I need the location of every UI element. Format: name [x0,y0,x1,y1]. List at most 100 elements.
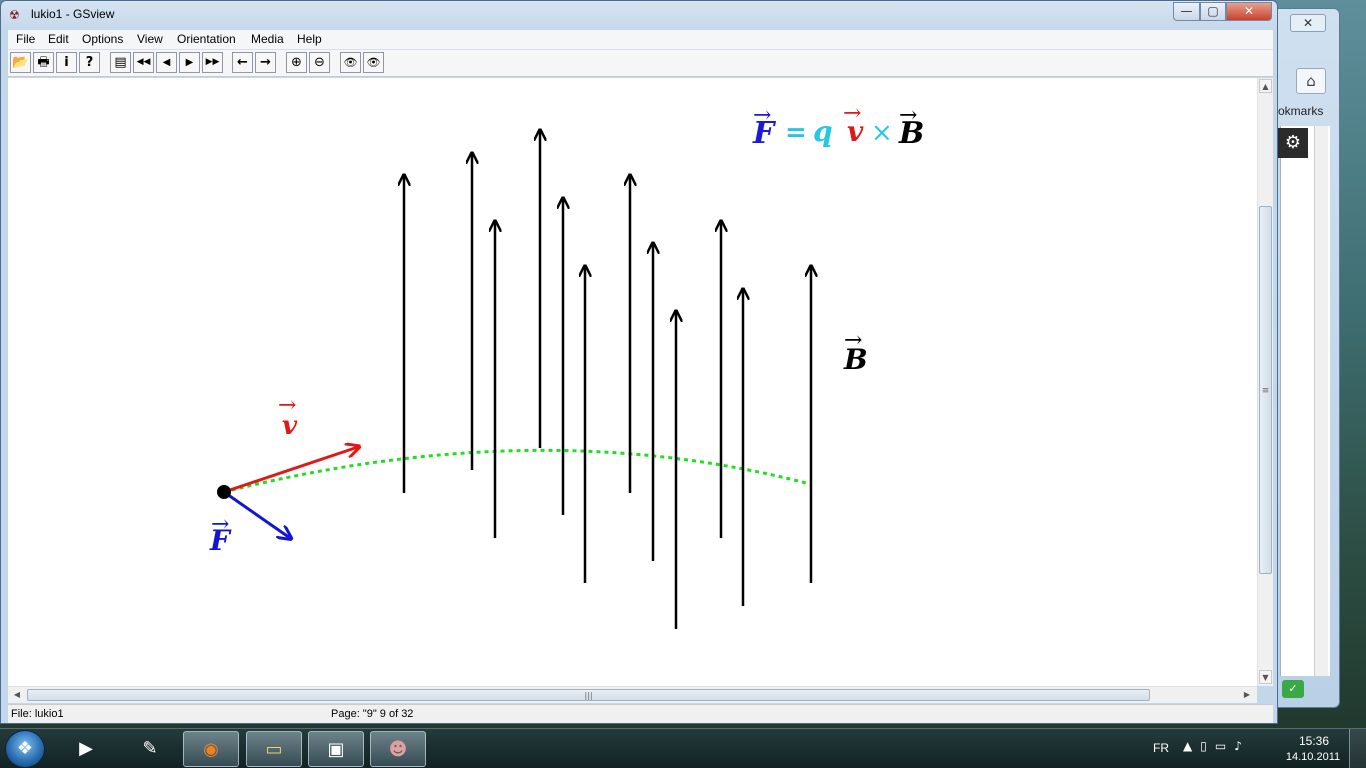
home-icon[interactable]: ⌂ [1296,68,1326,94]
print-icon: 🖶 [37,55,50,70]
velocity-vector [223,447,358,494]
menu-media[interactable]: Media [251,32,284,46]
zoom-in-button[interactable]: ⊕ [286,52,307,73]
explorer-icon: ▭ [265,739,283,760]
document-viewer-icon: ▣ [327,739,345,760]
usb-icon[interactable]: ▯ [1200,739,1215,753]
zoom-out-button[interactable]: ⊖ [309,52,330,73]
back-icon: ← [237,55,248,70]
zoom-in-icon: ⊕ [291,55,302,70]
force-vector [223,490,290,538]
status-page: Page: "9" 9 of 32 [331,708,414,720]
back-button[interactable]: ← [232,52,253,73]
check-icon[interactable]: ✓ [1282,680,1304,698]
horizontal-scroll-thumb[interactable]: ||| [27,689,1150,701]
previous-page-button[interactable]: ◀ [156,52,177,73]
open-file-icon: 📂 [12,55,29,70]
scroll-down-icon[interactable]: ▼ [1259,670,1272,684]
gsview-icon: ☻ [388,739,408,760]
show-desktop-button[interactable] [1349,729,1366,768]
print-button[interactable]: 🖶 [33,52,54,73]
goto-page-icon: ▤ [114,55,127,70]
firefox-icon: ◉ [203,739,219,760]
close-icon: ✕ [1243,4,1255,18]
taskbar-gsview[interactable]: ☻ [370,731,426,767]
status-bar: File: lukio1 Page: "9" 9 of 32 [8,704,1273,723]
horizontal-scrollbar[interactable]: ◀ ||| ▶ [8,686,1257,703]
scroll-up-icon[interactable]: ▲ [1259,79,1272,93]
title-bar[interactable]: ☢ lukio1 - GSview — ▢ ✕ [1,1,1277,29]
formula-times: × [871,118,893,148]
scroll-right-icon[interactable]: ▶ [1240,688,1254,702]
menu-help[interactable]: Help [297,32,322,46]
start-button[interactable]: ❖ [5,730,45,768]
find-next-button[interactable]: 👁 [363,52,384,73]
status-file: File: lukio1 [11,708,64,720]
lorentz-formula: → F = q → v × → B [752,101,924,151]
menu-file[interactable]: File [16,32,35,46]
info-icon: i [64,55,69,70]
network-icon[interactable]: ▭ [1215,739,1234,753]
minimize-button[interactable]: — [1173,2,1200,21]
formula-F: F [752,116,777,151]
previous-page-icon: ◀ [162,57,171,68]
charged-particle [217,485,231,499]
menu-edit[interactable]: Edit [48,32,69,46]
find-next-icon: 👁 [366,56,381,69]
document-page-svg: → v → F → B → F = q → v × → B [209,101,924,629]
menu-view[interactable]: View [137,32,163,46]
skip-forward-icon: ▶▶ [205,57,220,67]
menu-orientation[interactable]: Orientation [177,32,236,46]
skip-back-button[interactable]: ◀◀ [133,52,154,73]
taskbar-paint[interactable]: ✎ [122,731,178,767]
help-button[interactable]: ? [79,52,100,73]
tray-expand-icon[interactable]: ▲ [1183,739,1200,753]
magnetic-field-lines [404,131,811,629]
info-button[interactable]: i [56,52,77,73]
background-close-button[interactable]: ✕ [1290,14,1326,32]
vertical-scrollbar[interactable]: ▲ ≡ ▼ [1257,78,1273,686]
skip-back-icon: ◀◀ [136,57,151,67]
force-label: F [209,524,232,557]
minimize-icon: — [1180,4,1193,18]
close-button[interactable]: ✕ [1226,2,1272,21]
clock-date[interactable]: 14.10.2011 [1283,751,1343,763]
formula-B: B [898,116,924,151]
menu-options[interactable]: Options [82,32,123,46]
menu-bar: File Edit Options View Orientation Media… [8,30,1273,50]
forward-icon: → [260,55,271,70]
taskbar: ❖ ▶ ✎ ◉ ▭ ▣ ☻ FR ▲▯▭♪ 15:36 14.10.2011 [0,728,1366,768]
maximize-button[interactable]: ▢ [1200,2,1226,21]
help-icon: ? [85,55,94,70]
taskbar-firefox[interactable]: ◉ [183,731,239,767]
scroll-left-icon[interactable]: ◀ [10,688,24,702]
bookmarks-label[interactable]: okmarks [1278,104,1328,122]
clock-time[interactable]: 15:36 [1289,734,1339,748]
paint-icon: ✎ [142,738,158,759]
gsview-window: ☢ lukio1 - GSview — ▢ ✕ File Edit Option… [0,0,1278,724]
formula-equals: = [785,118,807,148]
goto-page-button[interactable]: ▤ [110,52,131,73]
vertical-scroll-thumb[interactable]: ≡ [1259,206,1272,574]
forward-button[interactable]: → [255,52,276,73]
background-scrollbar[interactable] [1314,126,1328,676]
gear-icon[interactable]: ⚙ [1278,128,1308,158]
find-text-button[interactable]: 👁 [340,52,361,73]
next-page-icon: ▶ [185,57,194,68]
field-label: B [843,343,868,376]
velocity-label: v [282,411,298,441]
taskbar-media-player[interactable]: ▶ [58,731,114,767]
skip-forward-button[interactable]: ▶▶ [202,52,223,73]
open-file-button[interactable]: 📂 [10,52,31,73]
taskbar-explorer[interactable]: ▭ [246,731,302,767]
system-tray-icons[interactable]: ▲▯▭♪ [1183,739,1250,753]
volume-icon[interactable]: ♪ [1234,739,1250,753]
next-page-button[interactable]: ▶ [179,52,200,73]
gsview-app-icon[interactable]: ☢ [9,8,25,22]
window-title: lukio1 - GSview [31,7,115,21]
formula-q: q [813,115,833,148]
language-indicator[interactable]: FR [1153,741,1169,755]
document-view[interactable]: → v → F → B → F = q → v × → B [8,78,1257,686]
taskbar-document-viewer[interactable]: ▣ [308,731,364,767]
windows-logo-icon: ❖ [16,738,34,759]
